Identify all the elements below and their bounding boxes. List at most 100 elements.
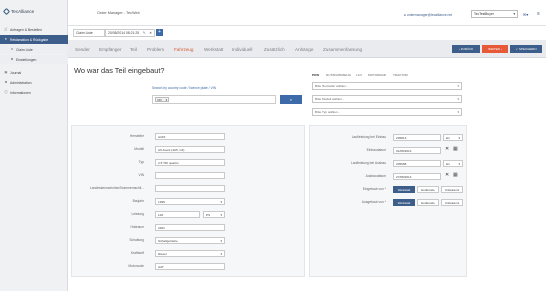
step-fahrzeug[interactable]: Fahrzeug [174,47,193,52]
vin-search-input[interactable] [152,95,276,104]
step-anhaenge[interactable]: Anhänge [295,47,313,52]
typ-field[interactable]: 2.5 TDI quattro [155,159,225,166]
schaltung-select[interactable]: Schaltgetriebe ▾ [155,237,225,244]
model-select[interactable]: Bitte Modell wählen... ▾ [312,95,462,103]
clear-date-icon[interactable]: ✕ [445,146,449,152]
chevron-down-icon: ▾ [220,212,222,217]
motorcode-field[interactable]: AAT [155,263,225,270]
manufacturer-select[interactable]: Bitte Hersteller wählen... ▾ [312,82,462,90]
clear-date-icon[interactable]: ✕ [445,172,449,178]
info-icon: ⓘ [4,89,8,94]
vehicle-type-lcv[interactable]: LCV [356,73,362,77]
sidebar-item-einstellungen[interactable]: ⚙ Einstellungen [0,55,68,64]
kraftstoff-select[interactable]: Diesel ▾ [155,250,225,257]
chevron-down-icon: ▾ [457,97,459,101]
modell-value: A6 Avant (4A5, C4) [158,147,185,152]
book-icon: ▤ [4,69,8,74]
einbaudatum-value: 01/08/2014 [396,148,412,153]
laufleistung-einbau-field[interactable]: 205813 [393,134,441,141]
ausbau-unit-select[interactable]: km ▾ [443,160,463,167]
kennzeichen-field[interactable] [155,185,225,192]
sidebar-item-anfragen[interactable]: 🛒 Anfragen & Bestellen [0,25,68,34]
sidebar-item-label: Anfragen & Bestellen [10,27,42,32]
leistung-field[interactable]: 140 [155,211,200,218]
vehicle-type-pkw[interactable]: PKW [312,73,319,77]
hubraum-field[interactable]: 2461 [155,224,225,231]
chevron-down-icon: ▾ [458,161,460,166]
close-icon[interactable]: ✕ [149,31,152,35]
leistung-value: 140 [158,212,164,217]
save-button[interactable]: ✓ SPEICHERN [510,45,542,53]
motorcode-value: AAT [158,264,164,269]
chevron-down-icon: ▾ [513,12,515,16]
hersteller-value: AUDI [158,134,166,139]
einbaudatum-field[interactable]: 01/08/2014 [393,147,441,154]
sidebar-item-informationen[interactable]: ⓘ Informationen [0,88,68,97]
modell-field[interactable]: A6 Avant (4A5, C4) [155,146,225,153]
user-icon: ● [404,13,406,17]
removed-by-endkunde[interactable]: Endkunde [417,199,439,206]
field-label-hersteller: Hersteller [129,134,144,138]
leistung-unit-select[interactable]: PS ▾ [203,211,225,218]
vehicle-type-nutzfahrzeug[interactable]: NUTZFAHRZEUG [326,73,351,77]
step-werkstatt[interactable]: Werkstatt [204,47,223,52]
back-button[interactable]: ‹ ZURÜCK [452,45,480,53]
removed-by-werkstatt[interactable]: Werkstatt [393,199,415,206]
search-type-select[interactable]: VIN ▾ [155,97,169,102]
check-icon: ✓ [515,47,518,51]
tab-claim-date[interactable]: 20/08/2014 08:21:25 ✎ ✕ [105,29,155,37]
sidebar-item-reklamation[interactable]: ↻ Reklamation & Rückgabe [0,35,68,44]
vin-field[interactable] [155,172,225,179]
next-button[interactable]: WEITER › [482,45,508,53]
baujahr-select[interactable]: 1995 ▾ [155,198,225,205]
vehicle-type-traktor[interactable]: TRAKTOR [393,73,408,77]
sidebar-item-claim-liste[interactable]: ≡ Claim Liste [0,45,68,54]
field-label-vin: VIN [138,173,145,177]
tab-claim-liste[interactable]: Claim Liste [73,29,105,37]
removed-by-unbekannt[interactable]: Unbekannt [441,199,463,206]
sidebar-item-journal[interactable]: ▤ Journal [0,68,68,77]
chevron-down-icon: ▾ [457,110,459,114]
hubraum-value: 2461 [158,225,165,230]
type-select[interactable]: Bitte Typ wählen... ▾ [312,108,462,116]
installed-by-unbekannt[interactable]: Unbekannt [441,186,463,193]
field-label-schaltung: Schaltung [129,238,144,242]
search-button[interactable]: ⌕ [280,95,302,104]
gear-icon: ⚙ [10,56,14,61]
search-by-link[interactable]: Search by country code / licence plate /… [152,86,216,90]
field-label-kraftstoff: Kraftstoff [130,251,144,255]
ausbaudatum-field[interactable]: 27/08/2014 [393,173,441,180]
laufleistung-ausbau-field[interactable]: 205998 [393,160,441,167]
chevron-left-icon: ‹ [458,47,460,51]
step-problem[interactable]: Problem [147,47,164,52]
step-zusaetzlich[interactable]: Zusätzlich [264,47,285,52]
laufleistung-einbau-value: 205813 [396,135,407,140]
chevron-down-icon: ▾ [220,251,222,256]
field-label-hubraum: Hubraum [130,225,144,229]
calendar-icon[interactable]: ▦ [453,146,458,152]
refresh-icon: ↻ [4,36,8,41]
calendar-icon[interactable]: ▦ [453,172,458,178]
sidebar-item-label: Reklamation & Rückgabe [10,37,49,42]
menu-icon[interactable]: ≡ [537,11,540,17]
field-label-einbaudatum: Einbaudatum [366,148,386,152]
step-zusammenfassung[interactable]: Zusammenfassung [323,47,362,52]
vehicle-type-motorrad[interactable]: MOTORRAD [368,73,386,77]
installed-by-werkstatt[interactable]: Werkstatt [393,186,415,193]
add-tab-button[interactable]: + [156,29,163,36]
user-email-link[interactable]: ● ordermanager@tecalliance.net [404,13,452,17]
sidebar-item-label: Informationen [10,90,31,95]
buyer-select[interactable]: TecTestBuyer ▾ [471,10,518,18]
sidebar-item-label: Journal [10,70,22,75]
einbau-unit-select[interactable]: km ▾ [443,134,463,141]
sidebar-item-administration[interactable]: ⚙ Administration [0,78,68,87]
mail-icon[interactable]: ✉▾ [523,12,528,17]
step-sender[interactable]: Sender [75,47,90,52]
step-empfaenger[interactable]: Empfänger [99,47,121,52]
manufacturer-placeholder: Bitte Hersteller wählen... [315,84,349,88]
step-individuell[interactable]: Individuell [232,47,252,52]
edit-icon[interactable]: ✎ [143,31,146,35]
hersteller-field[interactable]: AUDI [155,133,225,140]
installed-by-endkunde[interactable]: Endkunde [417,186,439,193]
step-teil[interactable]: Teil [130,47,137,52]
